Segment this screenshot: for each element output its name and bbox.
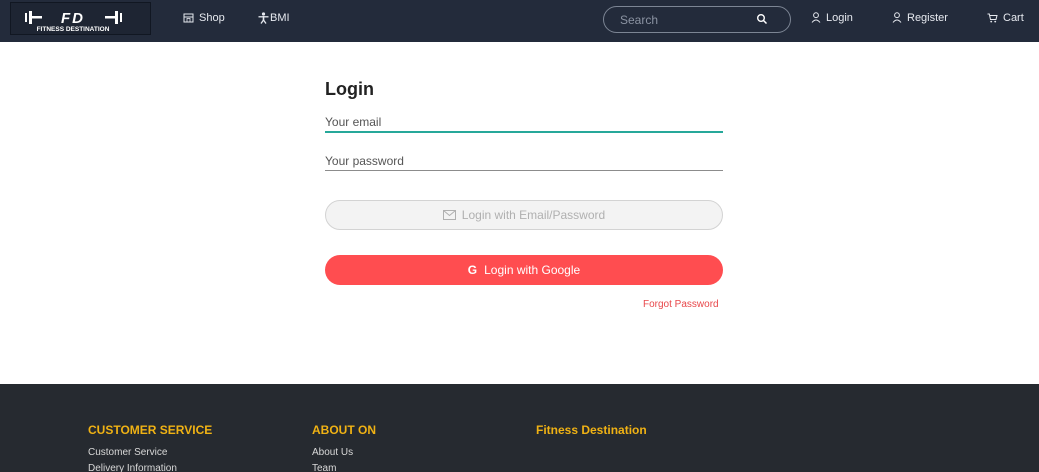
login-google-button[interactable]: G Login with Google [325,255,723,285]
footer-heading-fitness-destination: Fitness Destination [536,423,647,437]
footer-link-team[interactable]: Team [312,463,336,472]
site-logo[interactable]: FD FITNESS DESTINATION [10,2,151,35]
footer-link-delivery-information[interactable]: Delivery Information [88,463,177,472]
nav-cart[interactable]: Cart [987,0,1024,35]
forgot-password-link[interactable]: Forgot Password [643,299,719,310]
footer-heading-customer-service: CUSTOMER SERVICE [88,423,213,437]
email-field[interactable] [325,113,723,133]
logo-subtitle: FITNESS DESTINATION [37,26,110,33]
nav-shop-label: Shop [199,11,225,24]
footer: CUSTOMER SERVICE Customer Service Delive… [0,384,1039,472]
search-icon[interactable] [756,13,768,25]
nav-bmi[interactable]: BMI [258,0,290,35]
envelope-icon [442,210,456,220]
cart-icon [987,13,998,22]
footer-heading-about: ABOUT ON [312,423,376,437]
password-field[interactable] [325,151,723,171]
nav-register[interactable]: Register [892,0,948,35]
login-title: Login [325,79,374,99]
login-email-button[interactable]: Login with Email/Password [325,200,723,230]
footer-link-customer-service[interactable]: Customer Service [88,447,167,458]
nav-cart-label: Cart [1003,11,1024,24]
nav-register-label: Register [907,11,948,24]
nav-bmi-label: BMI [270,11,290,24]
user-icon [811,12,821,23]
user-icon [892,12,902,23]
person-icon [258,11,269,24]
login-email-button-label: Login with Email/Password [461,208,606,222]
search-input[interactable] [620,12,750,28]
store-icon [183,13,194,22]
svg-text:FD: FD [61,10,85,27]
search-box [603,6,791,33]
login-google-button-label: Login with Google [484,263,581,277]
google-icon: G [467,263,478,277]
top-navbar: FD FITNESS DESTINATION Shop BMI Search L… [0,0,1039,42]
footer-link-about-us[interactable]: About Us [312,447,353,458]
nav-shop[interactable]: Shop [183,0,225,35]
logo-mark-icon: FD FITNESS DESTINATION [25,10,122,33]
nav-login-label: Login [826,11,853,24]
nav-login[interactable]: Login [811,0,853,35]
